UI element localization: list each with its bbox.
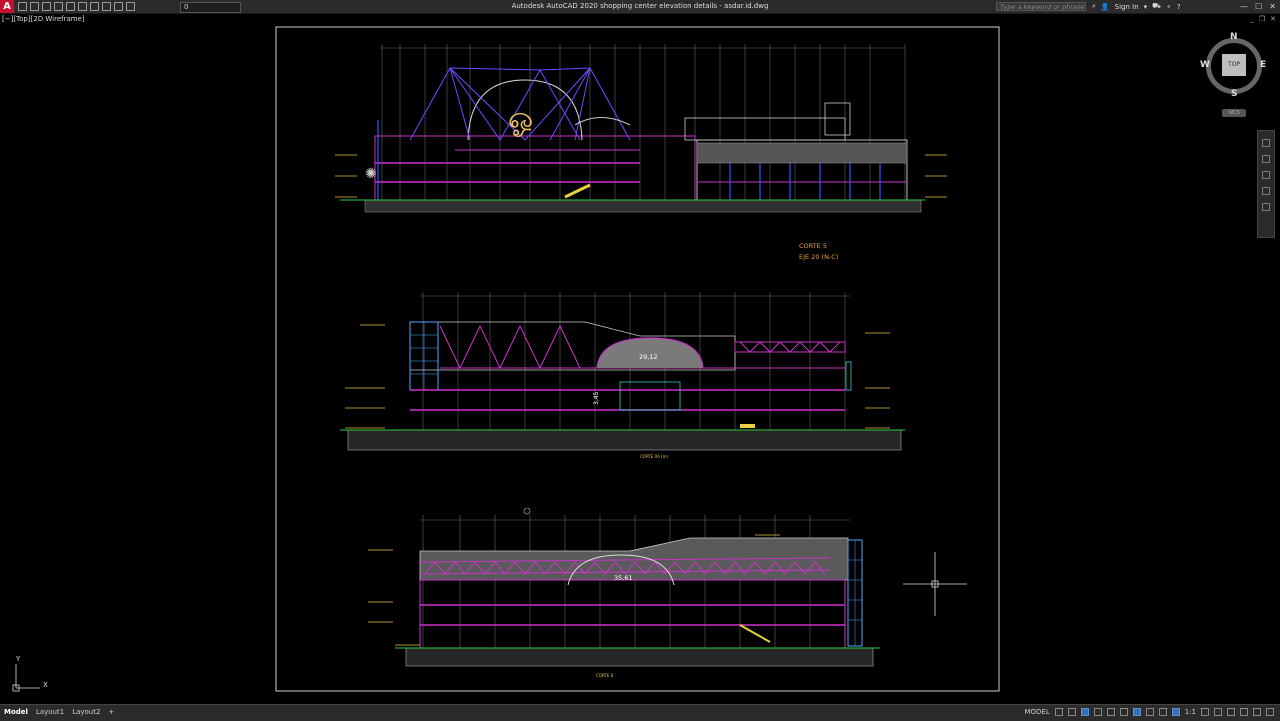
zoom-extents-icon[interactable] xyxy=(1262,171,1270,179)
hardware-acceleration-icon[interactable] xyxy=(1240,708,1248,716)
ucs-y-label: Y xyxy=(15,655,21,663)
add-layout-button[interactable]: + xyxy=(108,708,114,716)
object-snap-icon[interactable] xyxy=(1132,708,1141,716)
isolate-icon[interactable] xyxy=(1227,708,1235,716)
crosshair-cursor xyxy=(903,552,967,616)
steering-wheel-icon[interactable] xyxy=(1262,139,1270,147)
grid-icon[interactable] xyxy=(1054,708,1063,716)
scale-value[interactable]: 1:1 xyxy=(1185,708,1196,716)
clean-screen-icon[interactable] xyxy=(1253,708,1261,716)
dim-middle-vertical: 3,45 xyxy=(593,391,600,405)
ucs-x-label: X xyxy=(43,681,48,689)
model-space-toggle[interactable]: MODEL xyxy=(1024,708,1049,716)
pan-icon[interactable] xyxy=(1262,155,1270,163)
tab-layout2[interactable]: Layout2 xyxy=(72,708,100,716)
dim-bottom: 35,61 xyxy=(614,574,633,582)
compass-north[interactable]: N xyxy=(1230,32,1238,42)
caption-middle: CORTE 06 (m) xyxy=(640,454,668,459)
compass-west[interactable]: W xyxy=(1200,60,1210,70)
annotation-scale-icon[interactable] xyxy=(1171,708,1180,716)
compass-south[interactable]: S xyxy=(1231,89,1237,99)
osnap-tracking-icon[interactable] xyxy=(1119,708,1128,716)
gear-icon[interactable] xyxy=(1201,708,1209,716)
transparency-icon[interactable] xyxy=(1158,708,1167,716)
section-title: CORTE 5 xyxy=(799,242,827,250)
showmotion-icon[interactable] xyxy=(1262,203,1270,211)
polar-icon[interactable] xyxy=(1093,708,1102,716)
elevation-section-1: ஓ ✺ xyxy=(335,44,947,213)
compass-east[interactable]: E xyxy=(1260,60,1266,70)
tab-layout1[interactable]: Layout1 xyxy=(36,708,64,716)
drawing-canvas[interactable]: ஓ ✺ CORTE 5 EJE 20 (N-C) 29,12 3,45 CORT… xyxy=(0,0,1280,704)
plus-icon[interactable] xyxy=(1214,708,1222,716)
status-bar: Model Layout1 Layout2 + MODEL 1:1 xyxy=(0,704,1280,721)
svg-text:ஓ: ஓ xyxy=(508,101,533,137)
snap-icon[interactable] xyxy=(1067,708,1076,716)
isodraft-icon[interactable] xyxy=(1106,708,1115,716)
viewcube-top-face[interactable]: TOP xyxy=(1222,54,1246,76)
tab-model[interactable]: Model xyxy=(4,708,28,716)
customization-menu-icon[interactable] xyxy=(1266,708,1274,716)
dim-middle: 29,12 xyxy=(639,353,658,361)
section-subtitle: EJE 20 (N-C) xyxy=(799,253,838,261)
orbit-icon[interactable] xyxy=(1262,187,1270,195)
ortho-icon[interactable] xyxy=(1080,708,1089,716)
lineweight-icon[interactable] xyxy=(1145,708,1154,716)
ucs-icon xyxy=(12,664,40,692)
wcs-menu[interactable]: WCS xyxy=(1222,109,1246,117)
elevation-section-2: 29,12 3,45 xyxy=(340,292,905,451)
viewcube[interactable]: TOP N S E W xyxy=(1198,30,1270,102)
caption-bottom: CORTE 8 xyxy=(596,673,614,678)
navigation-bar xyxy=(1257,130,1275,238)
svg-text:✺: ✺ xyxy=(365,166,377,182)
elevation-section-3: 35,61 xyxy=(368,507,880,667)
